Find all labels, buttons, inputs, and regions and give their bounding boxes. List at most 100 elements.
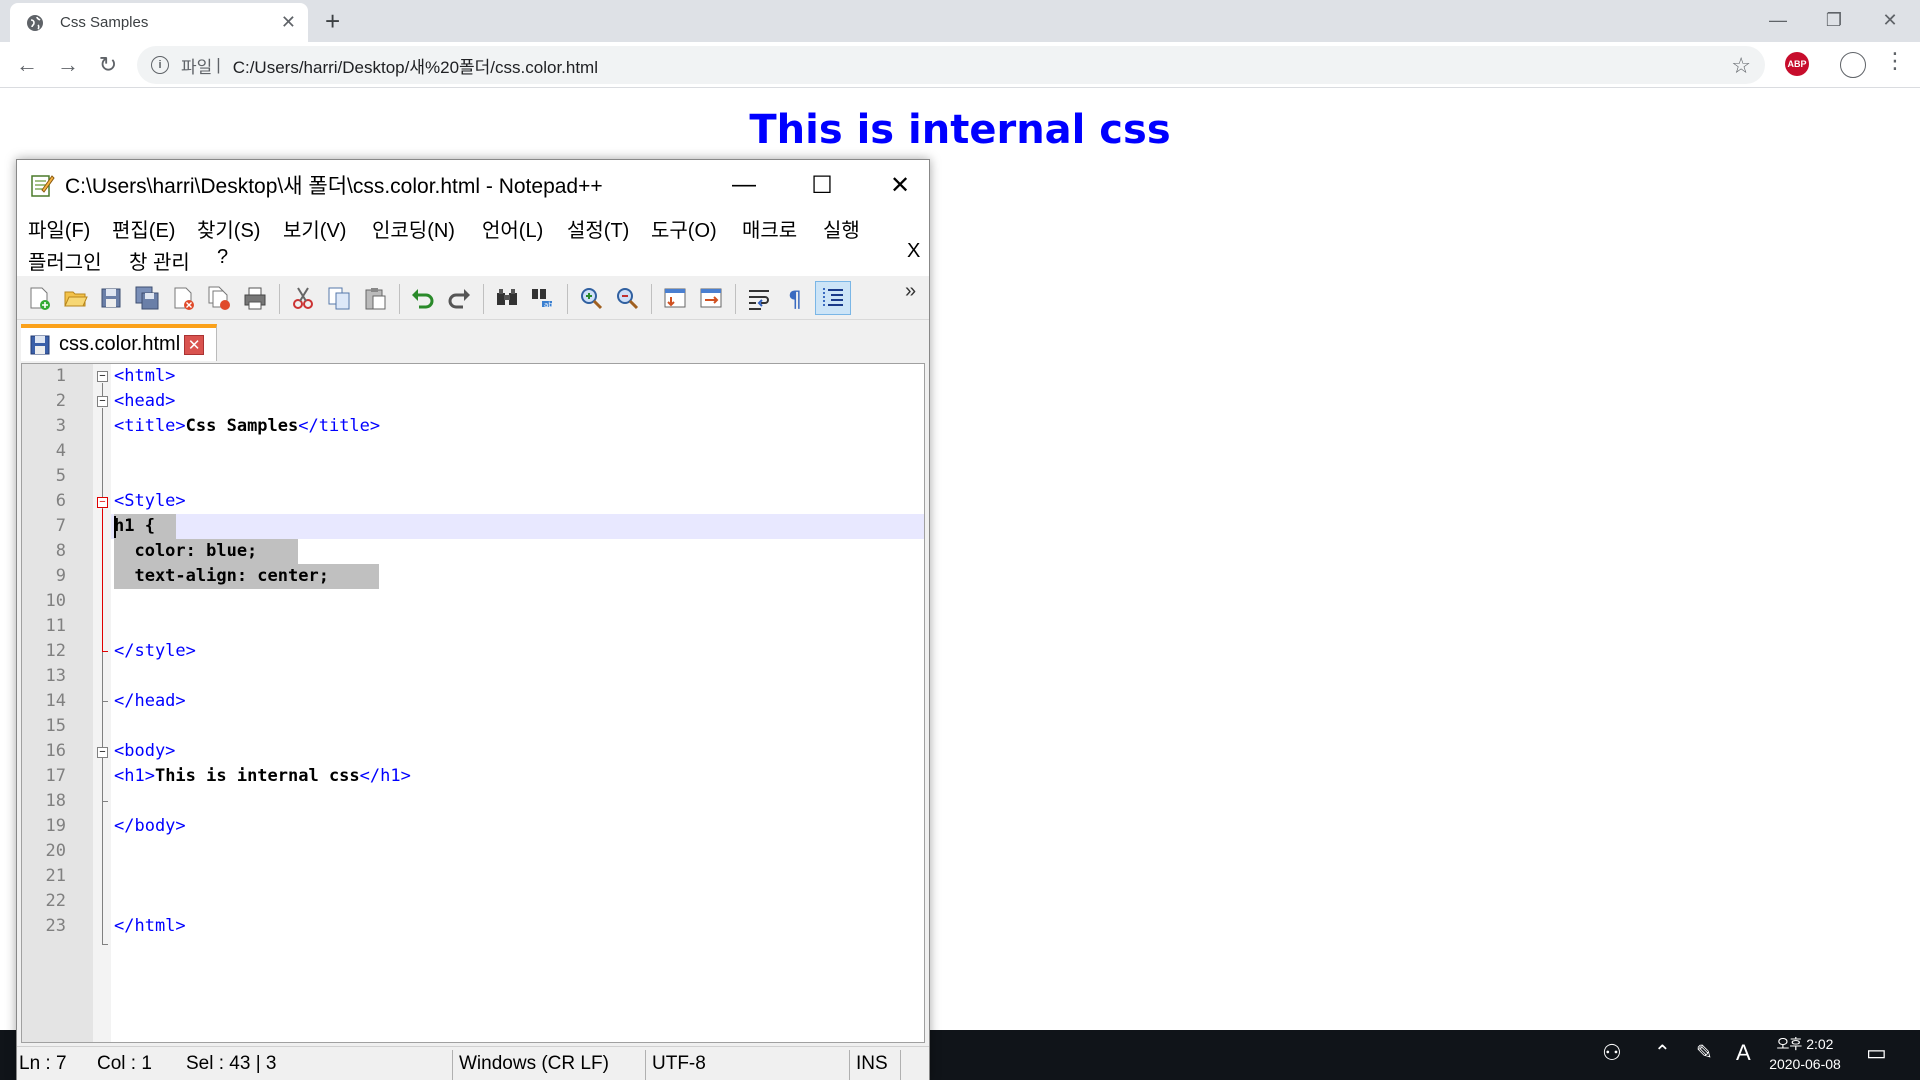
save-all-icon[interactable]	[133, 284, 161, 312]
forward-icon[interactable]: →	[54, 51, 82, 79]
page-heading: This is internal css	[749, 107, 1171, 153]
close-all-icon[interactable]	[205, 284, 233, 312]
address-url[interactable]: C:/Users/harri/Desktop/새%20폴더/css.color.…	[233, 53, 598, 78]
window-close-icon[interactable]: ✕	[863, 162, 937, 208]
word-wrap-icon[interactable]	[745, 284, 773, 312]
back-icon[interactable]: ←	[13, 51, 41, 79]
notification-icon[interactable]: ▭	[1866, 1040, 1887, 1066]
menu-close-button[interactable]: X	[907, 240, 920, 263]
new-tab-button[interactable]: +	[325, 6, 340, 36]
abp-icon[interactable]: ABP	[1785, 52, 1809, 76]
close-file-icon[interactable]	[169, 284, 197, 312]
line-number: 10	[45, 591, 66, 611]
cut-icon[interactable]	[289, 284, 317, 312]
file-tab-label: css.color.html	[59, 333, 181, 355]
line-number: 18	[45, 791, 66, 811]
fold-toggle-icon[interactable]: −	[97, 371, 108, 382]
chevron-up-icon[interactable]: ⌃	[1654, 1040, 1671, 1065]
ime-indicator[interactable]: A	[1736, 1040, 1751, 1066]
npp-title: C:\Users\harri\Desktop\새 폴더\css.color.ht…	[65, 175, 603, 198]
minimize-icon[interactable]: —	[707, 162, 781, 208]
fold-toggle-icon[interactable]: −	[97, 396, 108, 407]
menu-file[interactable]: 파일(F)	[28, 214, 90, 243]
clock[interactable]: 오후 2:02 2020-06-08	[1760, 1034, 1850, 1074]
menu-help[interactable]: ?	[217, 246, 228, 269]
line-number: 11	[45, 616, 66, 636]
sync-vertical-icon[interactable]	[661, 284, 689, 312]
line-number: 12	[45, 641, 66, 661]
status-col: Col : 1	[97, 1053, 152, 1074]
line-number: 2	[55, 391, 66, 411]
npp-status-bar: Ln : 7 Col : 1 Sel : 43 | 3 Windows (CR …	[17, 1046, 929, 1080]
line-number: 15	[45, 716, 66, 736]
fold-line	[102, 408, 103, 944]
browser-tab[interactable]: Css Samples ✕	[10, 3, 308, 42]
menu-icon[interactable]: ⋮	[1884, 48, 1906, 74]
menu-edit[interactable]: 편집(E)	[112, 214, 175, 243]
status-insert-mode[interactable]: INS	[856, 1053, 888, 1075]
code-line: </html>	[114, 916, 186, 936]
menu-tools[interactable]: 도구(O)	[651, 214, 717, 243]
npp-title-bar: C:\Users\harri\Desktop\새 폴더\css.color.ht…	[17, 160, 929, 210]
undo-icon[interactable]	[409, 284, 437, 312]
find-icon[interactable]	[493, 284, 521, 312]
restore-icon[interactable]: ❐	[1806, 0, 1862, 40]
code-line: </style>	[114, 641, 196, 661]
star-icon[interactable]: ☆	[1731, 53, 1751, 79]
status-encoding[interactable]: UTF-8	[652, 1053, 706, 1075]
line-number: 7	[55, 516, 66, 536]
code-line: <body>	[114, 741, 176, 761]
current-line-highlight	[111, 514, 924, 539]
sync-horizontal-icon[interactable]	[697, 284, 725, 312]
indent-guide-icon[interactable]	[815, 281, 851, 315]
pen-icon[interactable]: ✎	[1696, 1040, 1713, 1065]
tab-close-icon[interactable]: ✕	[184, 334, 205, 355]
zoom-in-icon[interactable]	[577, 284, 605, 312]
menu-run[interactable]: 실행	[823, 214, 860, 243]
print-icon[interactable]	[241, 284, 269, 312]
people-icon[interactable]: ⚇	[1602, 1040, 1622, 1066]
menu-language[interactable]: 언어(L)	[482, 214, 543, 243]
menu-settings[interactable]: 설정(T)	[567, 214, 629, 243]
menu-view[interactable]: 보기(V)	[283, 214, 346, 243]
profile-icon[interactable]	[1840, 52, 1866, 78]
new-file-icon[interactable]	[25, 284, 53, 312]
maximize-icon[interactable]: ☐	[785, 162, 859, 208]
fold-end	[102, 701, 108, 702]
copy-icon[interactable]	[325, 284, 353, 312]
line-number: 20	[45, 841, 66, 861]
redo-icon[interactable]	[445, 284, 473, 312]
menu-encoding[interactable]: 인코딩(N)	[372, 214, 455, 243]
menu-plugins[interactable]: 플러그인	[28, 246, 102, 275]
replace-icon[interactable]: ab	[529, 284, 557, 312]
zoom-out-icon[interactable]	[613, 284, 641, 312]
line-number: 22	[45, 891, 66, 911]
fold-toggle-icon[interactable]: −	[97, 747, 108, 758]
code-editor[interactable]: − − − − <html> <head> <title>Css Samples</…	[21, 363, 925, 1043]
code-line: color: blue;	[114, 541, 258, 561]
status-eol[interactable]: Windows (CR LF)	[459, 1053, 609, 1075]
toolbar-overflow-icon[interactable]: »	[905, 280, 916, 303]
show-all-chars-icon[interactable]: ¶	[781, 284, 809, 312]
line-number: 3	[55, 416, 66, 436]
minimize-icon[interactable]: —	[1750, 0, 1806, 40]
fold-toggle-icon[interactable]: −	[97, 497, 108, 508]
fold-end	[102, 944, 108, 945]
window-close-icon[interactable]: ✕	[1862, 0, 1918, 40]
status-sel: Sel : 43 | 3	[186, 1053, 277, 1074]
open-file-icon[interactable]	[61, 284, 89, 312]
file-tab[interactable]: css.color.html ✕	[21, 324, 217, 361]
save-icon[interactable]	[97, 284, 125, 312]
code-line: text-align: center;	[114, 566, 329, 586]
reload-icon[interactable]: ↻	[94, 51, 122, 79]
paste-icon[interactable]	[361, 284, 389, 312]
menu-search[interactable]: 찾기(S)	[197, 214, 260, 243]
address-bar[interactable]: i 파일 | C:/Users/harri/Desktop/새%20폴더/css…	[137, 46, 1765, 84]
browser-toolbar: ← → ↻ i 파일 | C:/Users/harri/Desktop/새%20…	[0, 42, 1920, 88]
status-separator	[900, 1050, 901, 1080]
close-icon[interactable]: ✕	[281, 12, 296, 33]
info-icon[interactable]: i	[151, 56, 169, 74]
menu-window[interactable]: 창 관리	[129, 246, 190, 275]
line-number: 13	[45, 666, 66, 686]
menu-macro[interactable]: 매크로	[742, 214, 797, 243]
